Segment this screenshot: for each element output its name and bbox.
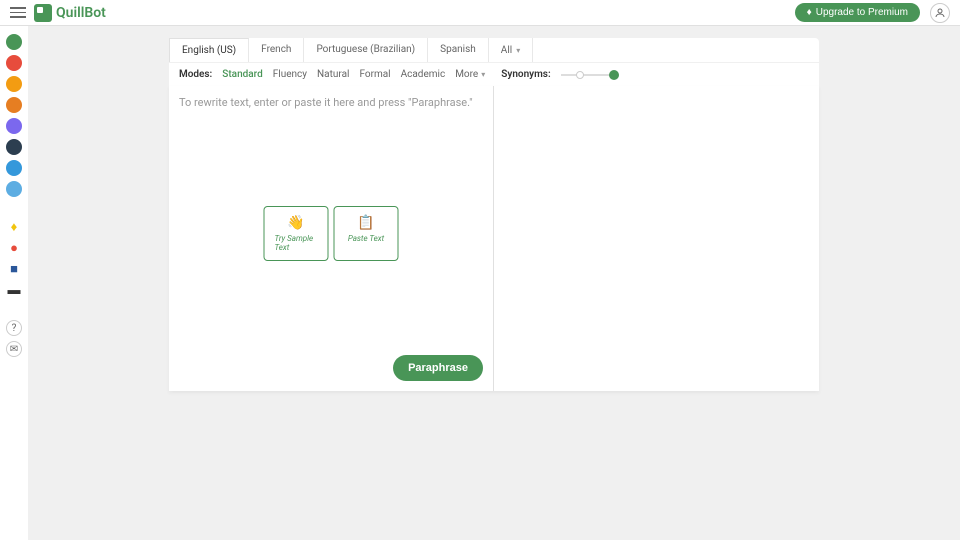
mode-standard[interactable]: Standard xyxy=(222,69,262,80)
translator-icon[interactable] xyxy=(6,139,22,155)
paste-label: Paste Text xyxy=(348,234,384,243)
sample-buttons: 👋 Try Sample Text 📋 Paste Text xyxy=(264,206,399,261)
citation-icon[interactable] xyxy=(6,160,22,176)
logo-icon xyxy=(34,4,52,22)
sidebar: ♦ ● ■ ▬ ? ✉ xyxy=(0,26,28,540)
content-area: English (US)FrenchPortuguese (Brazilian)… xyxy=(28,26,960,540)
chevron-down-icon: ▾ xyxy=(516,46,520,55)
mode-fluency[interactable]: Fluency xyxy=(273,69,307,80)
user-icon[interactable] xyxy=(930,3,950,23)
header: QuillBot ♦ Upgrade to Premium xyxy=(0,0,960,26)
mode-formal[interactable]: Formal xyxy=(359,69,390,80)
chevron-down-icon: ▾ xyxy=(481,70,485,79)
contact-icon[interactable]: ✉ xyxy=(6,341,22,357)
upgrade-button[interactable]: ♦ Upgrade to Premium xyxy=(795,3,920,22)
header-left: QuillBot xyxy=(10,4,106,22)
cowriter-icon[interactable] xyxy=(6,97,22,113)
synonyms-slider[interactable] xyxy=(561,74,619,76)
lang-tab-all[interactable]: All▾ xyxy=(489,38,533,62)
mode-academic[interactable]: Academic xyxy=(401,69,446,80)
plagiarism-icon[interactable] xyxy=(6,76,22,92)
diamond-icon: ♦ xyxy=(807,7,812,18)
summarizer-icon[interactable] xyxy=(6,118,22,134)
header-right: ♦ Upgrade to Premium xyxy=(795,3,950,23)
flow-icon[interactable] xyxy=(6,181,22,197)
paraphrase-button[interactable]: Paraphrase xyxy=(393,355,483,381)
lang-tab-french[interactable]: French xyxy=(249,38,304,62)
word-icon[interactable]: ■ xyxy=(6,261,22,277)
logo[interactable]: QuillBot xyxy=(34,4,106,22)
lang-tab-spanish[interactable]: Spanish xyxy=(428,38,489,62)
editor-area: To rewrite text, enter or paste it here … xyxy=(169,86,819,391)
modes-label: Modes: xyxy=(179,69,212,80)
paste-text-button[interactable]: 📋 Paste Text xyxy=(334,206,399,261)
lang-tab-englishus[interactable]: English (US) xyxy=(169,38,249,62)
logo-text: QuillBot xyxy=(56,5,106,21)
lang-tab-portuguesebrazilian[interactable]: Portuguese (Brazilian) xyxy=(304,38,428,62)
main-layout: ♦ ● ■ ▬ ? ✉ English (US)FrenchPortuguese (Br… xyxy=(0,26,960,540)
chrome-icon[interactable]: ● xyxy=(6,240,22,256)
wave-icon: 👋 xyxy=(287,215,304,231)
clipboard-icon: 📋 xyxy=(357,215,374,231)
output-pane xyxy=(494,86,819,391)
help-icon[interactable]: ? xyxy=(6,320,22,336)
input-placeholder: To rewrite text, enter or paste it here … xyxy=(179,96,483,109)
upgrade-label: Upgrade to Premium xyxy=(816,7,908,18)
mac-icon[interactable]: ▬ xyxy=(6,282,22,298)
mode-more[interactable]: More ▾ xyxy=(455,69,485,80)
tool-container: English (US)FrenchPortuguese (Brazilian)… xyxy=(169,38,819,540)
mode-natural[interactable]: Natural xyxy=(317,69,349,80)
grammar-icon[interactable] xyxy=(6,55,22,71)
sample-label: Try Sample Text xyxy=(275,234,318,252)
input-pane[interactable]: To rewrite text, enter or paste it here … xyxy=(169,86,494,391)
try-sample-button[interactable]: 👋 Try Sample Text xyxy=(264,206,329,261)
premium-icon[interactable]: ♦ xyxy=(6,219,22,235)
modes-bar: Modes: Standard Fluency Natural Formal Acade… xyxy=(169,62,819,86)
synonyms-label: Synonyms: xyxy=(501,69,550,80)
language-tabs: English (US)FrenchPortuguese (Brazilian)… xyxy=(169,38,819,62)
menu-button[interactable] xyxy=(10,5,26,21)
paraphraser-icon[interactable] xyxy=(6,34,22,50)
